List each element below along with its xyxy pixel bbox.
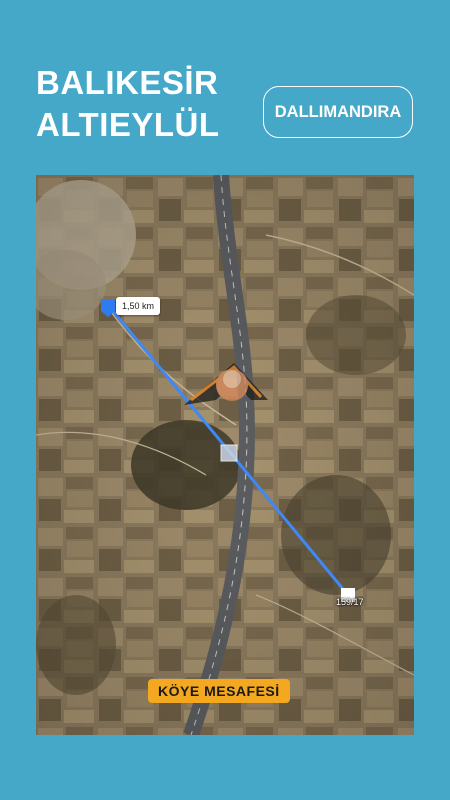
midpoint-marker	[220, 444, 238, 462]
district-name: ALTIEYLÜL	[36, 106, 220, 143]
satellite-map: 1,50 km 159/17 KÖYE MESAFESİ	[36, 175, 414, 735]
neighborhood-pill: DALLIMANDIRA	[263, 86, 413, 138]
neighborhood-label: DALLIMANDIRA	[274, 102, 402, 121]
village-distance-badge: KÖYE MESAFESİ	[148, 679, 290, 703]
distance-label: 1,50 km	[116, 297, 161, 315]
map-imagery	[36, 175, 414, 735]
parcel-label: 159/17	[336, 597, 364, 607]
location-title: BALIKESİR ALTIEYLÜL	[36, 62, 220, 146]
page: { "header": { "title_line1": "BALIKESİR"…	[0, 0, 450, 800]
province-name: BALIKESİR	[36, 64, 219, 101]
